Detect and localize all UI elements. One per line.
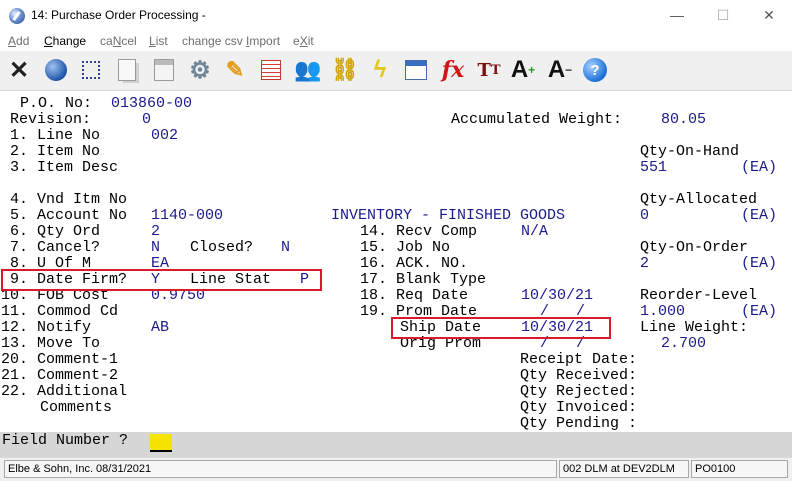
- qty-on-hand-label: Qty-On-Hand: [640, 143, 740, 160]
- qty-ord-label: 6. Qty Ord: [10, 223, 101, 240]
- additional-label: 22. Additional: [1, 383, 128, 400]
- field-number-prompt: Field Number ?: [2, 432, 129, 449]
- move-to-label: 13. Move To: [1, 335, 101, 352]
- reorder-level-value: 1.000: [640, 303, 686, 320]
- font-size-icon[interactable]: TT: [474, 54, 504, 86]
- qty-ord-value: 2: [151, 223, 161, 240]
- menu-change[interactable]: Change: [44, 34, 86, 48]
- cancel-label: 7. Cancel?: [10, 239, 101, 256]
- qty-on-order-label: Qty-On-Order: [640, 239, 749, 256]
- status-session: 002 DLM at DEV2DLM: [559, 460, 689, 478]
- blank-type-label: 17. Blank Type: [360, 271, 487, 288]
- vnd-itm-no-label: 4. Vnd Itm No: [10, 191, 128, 208]
- commod-cd-label: 11. Commod Cd: [1, 303, 119, 320]
- revision-value: 0: [142, 111, 152, 128]
- function-icon[interactable]: fx: [438, 54, 468, 86]
- qty-received-label: Qty Received:: [520, 367, 638, 384]
- select-icon[interactable]: [76, 54, 106, 86]
- line-weight-value: 2.700: [661, 335, 707, 352]
- edit-icon[interactable]: ✎: [220, 54, 250, 86]
- spreadsheet-icon[interactable]: [256, 54, 286, 86]
- font-increase-icon[interactable]: A +: [508, 54, 538, 86]
- font-decrease-icon[interactable]: A −: [545, 54, 575, 86]
- menu-add[interactable]: Add: [8, 34, 29, 48]
- line-no-label: 1. Line No: [10, 127, 101, 144]
- reorder-level-unit: (EA): [741, 303, 778, 320]
- date-firm-highlight: [1, 269, 322, 291]
- qty-allocated-unit: (EA): [741, 207, 778, 224]
- paste-icon[interactable]: [149, 54, 179, 86]
- req-date-value: 10/30/21: [521, 287, 594, 304]
- line-weight-label: Line Weight:: [640, 319, 749, 336]
- qty-rejected-label: Qty Rejected:: [520, 383, 638, 400]
- status-company: Elbe & Sohn, Inc. 08/31/2021: [4, 460, 557, 478]
- req-date-label: 18. Req Date: [360, 287, 469, 304]
- copy-icon[interactable]: [112, 54, 142, 86]
- receipt-date-label: Receipt Date:: [520, 351, 638, 368]
- line-no-value: 002: [151, 127, 179, 144]
- ack-no-label: 16. ACK. NO.: [360, 255, 469, 272]
- field-number-input[interactable]: [150, 434, 172, 452]
- window-title: 14: Purchase Order Processing -: [31, 8, 206, 22]
- qty-pending-label: Qty Pending :: [520, 415, 638, 432]
- close-icon[interactable]: ✕: [4, 54, 34, 86]
- account-description: INVENTORY - FINISHED GOODS: [331, 207, 566, 224]
- menu-change-csv-import[interactable]: change csv Import: [182, 34, 280, 48]
- users-icon[interactable]: 👥: [293, 54, 323, 86]
- comment-1-label: 20. Comment-1: [1, 351, 119, 368]
- qty-allocated-value: 0: [640, 207, 650, 224]
- status-bar: Elbe & Sohn, Inc. 08/31/2021 002 DLM at …: [0, 458, 792, 481]
- lightning-icon[interactable]: ϟ: [365, 54, 395, 86]
- comments-label: Comments: [40, 399, 113, 416]
- notify-value: AB: [151, 319, 170, 336]
- accumulated-weight-label: Accumulated Weight:: [451, 111, 623, 128]
- maximize-button[interactable]: ☐: [700, 0, 746, 31]
- accumulated-weight-value: 80.05: [661, 111, 707, 128]
- item-desc-label: 3. Item Desc: [10, 159, 119, 176]
- revision-label: Revision:: [10, 111, 92, 128]
- form-screen: P.O. No: 013860-00 Revision: 0 Accumulat…: [0, 92, 792, 432]
- menu-exit[interactable]: eXit: [293, 34, 314, 48]
- closed-value: N: [281, 239, 291, 256]
- notify-label: 12. Notify: [1, 319, 92, 336]
- minimize-button[interactable]: —: [654, 0, 700, 31]
- help-icon[interactable]: ?: [580, 54, 610, 86]
- qty-allocated-label: Qty-Allocated: [640, 191, 758, 208]
- ship-date-highlight: [391, 317, 611, 339]
- item-no-label: 2. Item No: [10, 143, 101, 160]
- job-no-label: 15. Job No: [360, 239, 451, 256]
- app-icon: [9, 8, 25, 24]
- menu-bar: Add Change caNcel List change csv Import…: [0, 31, 792, 51]
- title-bar: 14: Purchase Order Processing - — ☐ ✕: [0, 0, 792, 31]
- toolbar: ✕ ⚙ ✎ 👥 ⛓ ϟ fx TT A + A − ?: [0, 51, 792, 91]
- chart-icon[interactable]: [401, 54, 431, 86]
- menu-cancel[interactable]: caNcel: [100, 34, 137, 48]
- po-number-value: 013860-00: [111, 95, 193, 112]
- globe-icon[interactable]: [41, 54, 71, 86]
- comment-2-label: 21. Comment-2: [1, 367, 119, 384]
- po-number-label: P.O. No:: [20, 95, 93, 112]
- account-no-value: 1140-000: [151, 207, 224, 224]
- close-window-button[interactable]: ✕: [746, 0, 792, 31]
- command-bar: Field Number ?: [0, 432, 792, 458]
- closed-label: Closed?: [190, 239, 254, 256]
- qty-on-order-unit: (EA): [741, 255, 778, 272]
- recv-comp-value: N/A: [521, 223, 549, 240]
- account-no-label: 5. Account No: [10, 207, 128, 224]
- qty-on-order-value: 2: [640, 255, 650, 272]
- qty-invoiced-label: Qty Invoiced:: [520, 399, 638, 416]
- qty-on-hand-unit: (EA): [741, 159, 778, 176]
- cancel-value: N: [151, 239, 161, 256]
- qty-on-hand-value: 551: [640, 159, 668, 176]
- menu-list[interactable]: List: [149, 34, 168, 48]
- reorder-level-label: Reorder-Level: [640, 287, 758, 304]
- link-icon[interactable]: ⛓: [330, 54, 360, 86]
- settings-icon[interactable]: ⚙: [185, 54, 215, 86]
- status-program: PO0100: [691, 460, 788, 478]
- recv-comp-label: 14. Recv Comp: [360, 223, 478, 240]
